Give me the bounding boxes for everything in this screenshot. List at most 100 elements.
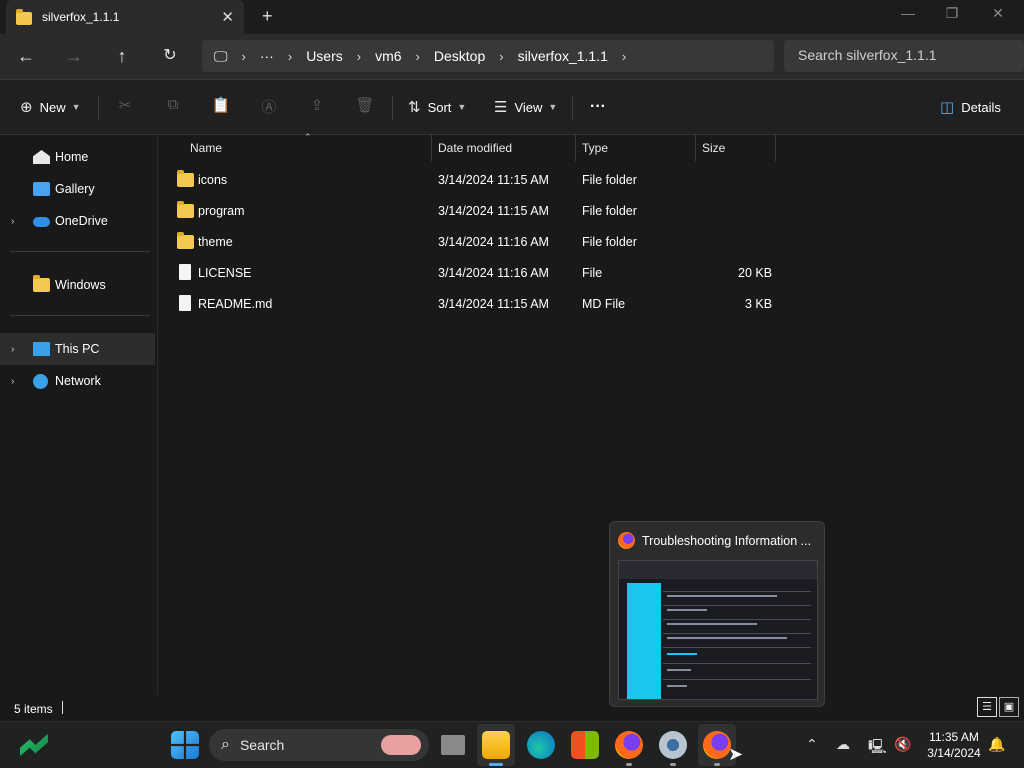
details-view-toggle[interactable]: ☰ [977,697,997,717]
firefox-icon[interactable] [615,731,643,759]
file-row[interactable]: README.md 3/14/2024 11:15 AM MD File 3 K… [170,289,772,319]
search-highlight-icon [381,735,421,755]
copy-icon[interactable]: ⧉ [162,96,184,118]
details-button[interactable]: ◫ Details [940,98,1001,116]
column-header-type[interactable]: Type [576,135,608,161]
thumbnail-text [667,685,687,687]
firefox-icon[interactable] [703,731,731,759]
folder-icon [177,232,194,249]
mouse-pointer-icon: ➤ [728,744,744,764]
store-icon[interactable] [571,731,599,759]
file-date: 3/14/2024 11:15 AM [438,204,549,218]
task-view-icon[interactable] [441,735,465,755]
computer-icon [33,342,50,356]
share-icon[interactable]: ⇪ [306,96,328,118]
column-divider[interactable] [775,135,776,161]
sidebar-item-this-pc[interactable]: › This PC [0,333,155,365]
tab-title: silverfox_1.1.1 [42,10,120,24]
file-row[interactable]: theme 3/14/2024 11:16 AM File folder [170,227,770,257]
file-row[interactable]: icons 3/14/2024 11:15 AM File folder [170,165,770,195]
file-icon [179,295,191,311]
taskbar-search-label: Search [239,737,285,753]
new-button[interactable]: ⊕ New ▼ [20,98,81,116]
notification-bell-icon[interactable]: 🔔 [988,736,1005,753]
view-button[interactable]: ☰ View ▼ [494,98,557,116]
refresh-button[interactable]: ↻ [156,44,184,68]
sidebar-item-gallery[interactable]: Gallery [0,173,155,205]
breadcrumb-desktop[interactable]: Desktop [434,48,485,64]
breadcrumb-vm6[interactable]: vm6 [375,48,401,64]
new-tab-button[interactable]: + [262,6,273,27]
taskbar-search[interactable]: ⌕ Search [209,729,429,761]
file-name: icons [198,173,228,187]
system-clock[interactable]: 11:35 AM 3/14/2024 [918,729,990,761]
chevron-right-icon[interactable]: › [11,216,14,227]
divider [98,96,99,120]
up-button[interactable]: ↑ [108,44,136,68]
close-window-button[interactable]: ✕ [978,5,1018,22]
chevron-right-icon[interactable]: › [11,376,14,387]
file-list: ⌃ Name Date modified Type Size icons 3/1… [160,132,1024,695]
sidebar-label: Home [55,150,89,164]
file-icon [179,264,191,280]
network-icon[interactable]: 🖳 [868,736,887,760]
back-button[interactable]: ← [12,44,40,68]
thumbnail-text [667,637,787,639]
item-count: 5 items [14,702,53,716]
close-tab-icon[interactable]: ✕ [221,8,234,26]
breadcrumb-overflow[interactable]: ··· [260,48,274,64]
chevron-down-icon: ▼ [71,102,81,112]
settings-gear-icon[interactable] [659,731,687,759]
start-icon[interactable] [171,731,199,759]
edge-icon[interactable] [527,731,555,759]
file-row[interactable]: LICENSE 3/14/2024 11:16 AM File 20 KB [170,258,773,288]
widgets-icon[interactable] [20,733,48,757]
rename-icon[interactable]: Ⓐ [258,96,280,118]
taskbar: ⌕ Search ➤ ⌃ ☁ 🖳 🔇 11:35 AM 3/14/2024 🔔 [0,721,1024,768]
navigation-bar: ← → ↑ ↻ 🖵 › ··· › Users › vm6 › Desktop … [0,34,1024,80]
file-explorer-icon[interactable] [482,731,510,759]
chevron-up-icon[interactable]: ⌃ [806,736,818,753]
thumbnail-line [663,591,811,592]
thumbnail-text [667,609,707,611]
sort-button[interactable]: ⇅ Sort ▼ [408,98,466,116]
plus-circle-icon: ⊕ [20,99,33,116]
details-label: Details [961,99,1001,115]
sidebar-item-onedrive[interactable]: › OneDrive [0,205,155,237]
breadcrumb-silverfox[interactable]: silverfox_1.1.1 [518,48,608,64]
divider [10,251,150,252]
onedrive-cloud-icon[interactable]: ☁ [836,736,850,753]
breadcrumb-users[interactable]: Users [306,48,343,64]
window-thumbnail[interactable] [618,560,818,700]
sidebar-item-home[interactable]: Home [0,141,155,173]
running-indicator [626,763,632,766]
more-options-button[interactable]: ··· [590,98,606,116]
volume-muted-icon[interactable]: 🔇 [894,736,911,753]
file-date: 3/14/2024 11:16 AM [438,235,549,249]
navigation-pane: Home Gallery › OneDrive Windows › This P… [0,135,158,695]
maximize-button[interactable]: ❐ [932,5,972,22]
thumbnail-text [667,623,757,625]
column-header-size[interactable]: Size [696,135,725,161]
address-bar[interactable]: 🖵 › ··· › Users › vm6 › Desktop › silver… [202,40,774,72]
chevron-right-icon[interactable]: › [622,49,626,64]
cut-icon[interactable]: ✂ [114,96,136,118]
thumbnail-text [667,669,691,671]
file-name: README.md [198,297,273,311]
column-header-date[interactable]: Date modified [432,135,512,161]
minimize-button[interactable]: — [888,5,928,21]
tiles-view-toggle[interactable]: ▣ [999,697,1019,717]
forward-button[interactable]: → [60,44,88,68]
file-size: 20 KB [738,266,773,280]
thumbnail-line [663,605,811,606]
search-input[interactable]: Search silverfox_1.1.1 [784,40,1024,72]
file-row[interactable]: program 3/14/2024 11:15 AM File folder [170,196,770,226]
column-header-name[interactable]: Name [184,135,222,161]
chevron-right-icon[interactable]: › [11,344,14,355]
tab-silverfox[interactable]: silverfox_1.1.1 ✕ [6,0,244,34]
sidebar-item-network[interactable]: › Network [0,365,155,397]
taskbar-thumbnail-preview[interactable]: Troubleshooting Information ... [609,521,825,707]
delete-icon[interactable]: 🗑 [354,96,376,118]
paste-icon[interactable]: 📋 [210,96,232,118]
sidebar-item-windows[interactable]: Windows [0,269,155,301]
